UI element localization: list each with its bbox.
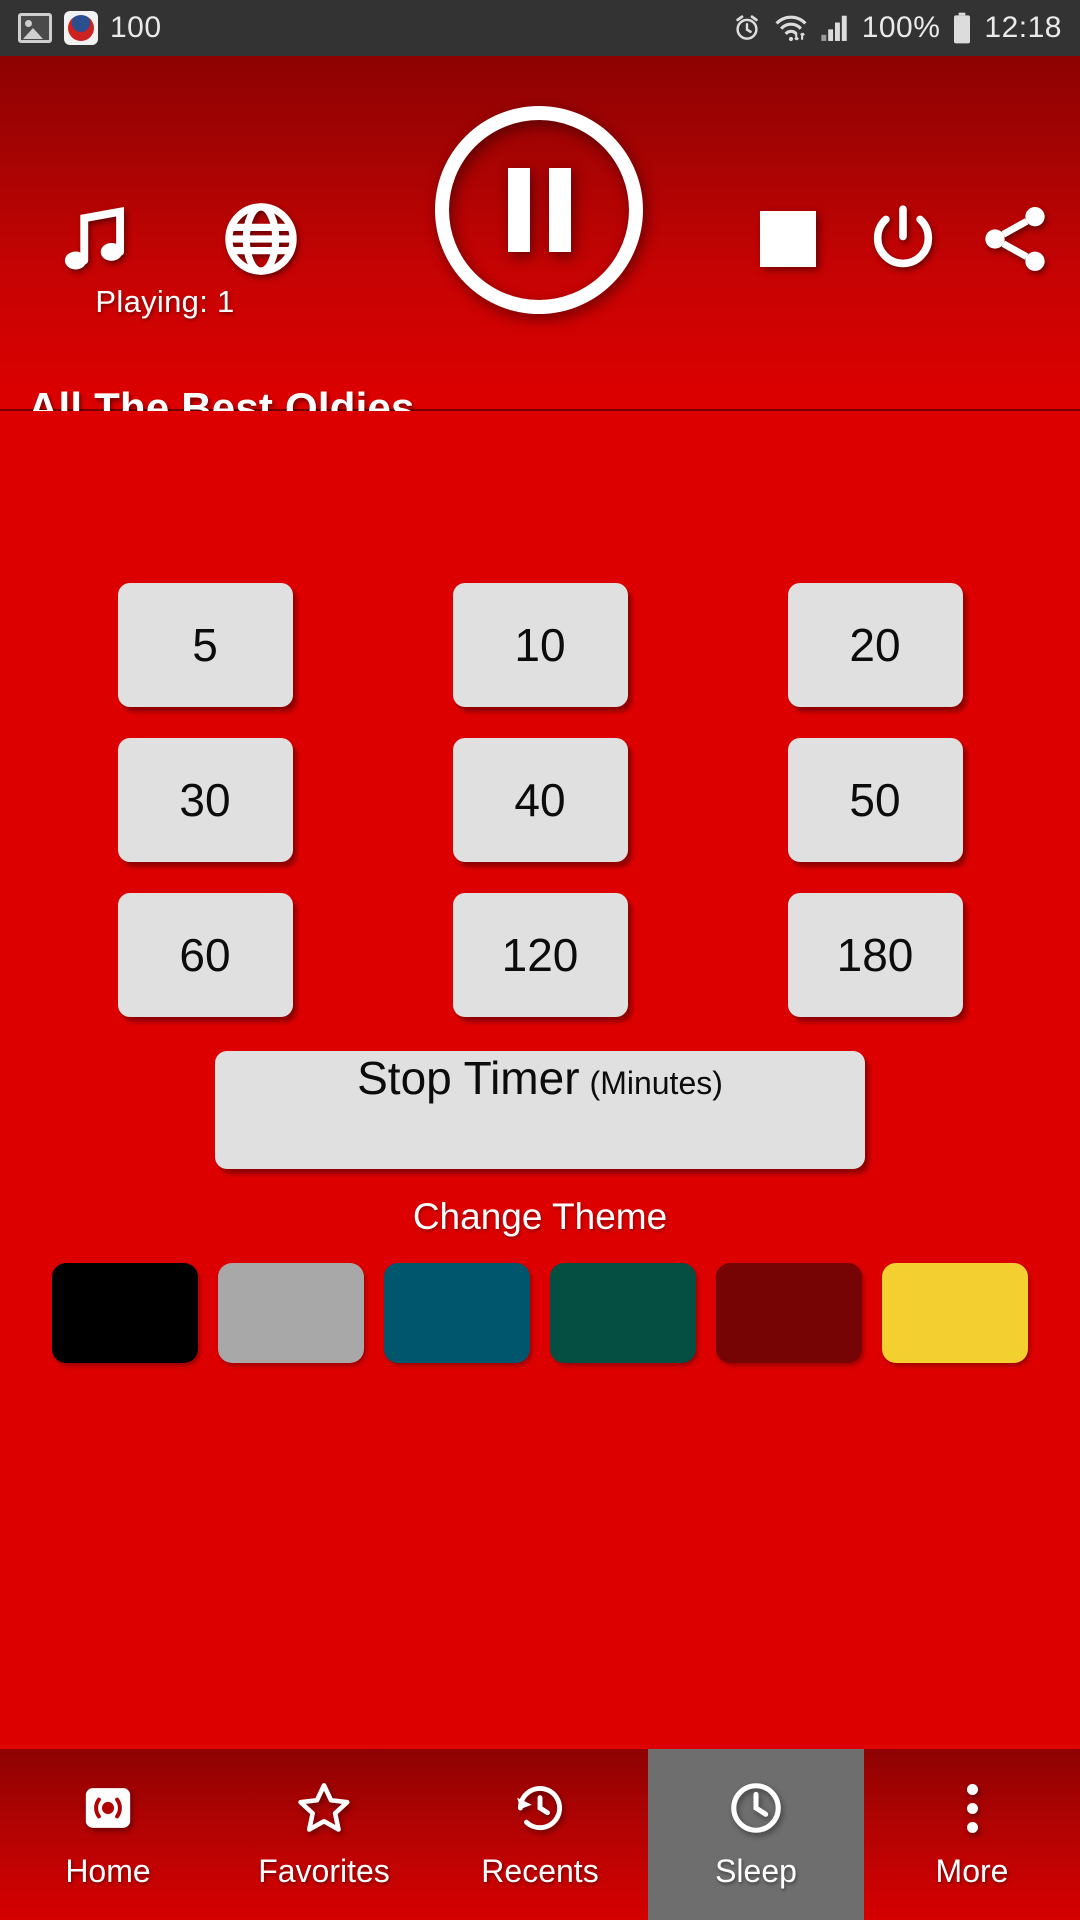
sleep-timer-panel: 5 10 20 30 40 50 60 120 180 Stop Timer (… [0, 411, 1080, 1749]
theme-swatch-teal-blue[interactable] [384, 1263, 530, 1363]
theme-swatch-dark-red[interactable] [716, 1263, 862, 1363]
nav-label-recents: Recents [481, 1853, 599, 1889]
player-header: Playing: 1 All The Best Oldies [0, 56, 1080, 431]
timer-button-60[interactable]: 60 [117, 893, 293, 1017]
theme-swatch-black[interactable] [52, 1263, 198, 1363]
battery-percent-label: 100% [861, 11, 941, 44]
change-theme-label: Change Theme [412, 1196, 668, 1237]
broadcast-icon [80, 1779, 136, 1837]
timer-button-grid: 5 10 20 30 40 50 60 120 180 [0, 583, 1080, 1048]
timer-button-120[interactable]: 120 [452, 893, 628, 1017]
timer-button-40[interactable]: 40 [452, 738, 628, 862]
music-note-icon[interactable] [52, 196, 138, 282]
signal-icon [821, 15, 847, 41]
timer-button-20[interactable]: 20 [787, 583, 963, 707]
overflow-dots-icon [966, 1779, 978, 1837]
timer-button-5[interactable]: 5 [117, 583, 293, 707]
pause-icon-bar2 [548, 168, 571, 252]
nav-item-home[interactable]: Home [0, 1749, 216, 1920]
timer-button-180[interactable]: 180 [787, 893, 963, 1017]
timer-row: 5 10 20 [0, 583, 1080, 707]
playing-status-label: Playing: 1 [95, 284, 235, 319]
theme-swatch-row [0, 1263, 1080, 1363]
nonstop-music-app-icon [64, 11, 98, 45]
timer-row: 30 40 50 [0, 738, 1080, 862]
globe-icon[interactable] [218, 196, 304, 282]
theme-swatch-gray[interactable] [218, 1263, 364, 1363]
nav-label-sleep: Sleep [715, 1853, 797, 1889]
notification-count: 100 [110, 11, 162, 44]
nav-item-recents[interactable]: Recents [432, 1749, 648, 1920]
battery-icon [954, 12, 971, 44]
gallery-icon [18, 13, 52, 43]
history-icon [512, 1779, 568, 1837]
nav-item-more[interactable]: More [864, 1749, 1080, 1920]
share-icon[interactable] [975, 199, 1055, 279]
power-icon[interactable] [865, 201, 941, 277]
alarm-icon [735, 15, 758, 40]
theme-swatch-yellow[interactable] [882, 1263, 1028, 1363]
theme-swatch-dark-green[interactable] [550, 1263, 696, 1363]
clock-icon [727, 1779, 785, 1837]
status-bar-left: 100 [18, 11, 162, 45]
stop-icon[interactable] [760, 211, 816, 267]
star-icon [295, 1779, 353, 1837]
status-bar-clock: 12:18 [984, 11, 1062, 44]
play-pause-button[interactable] [435, 106, 643, 314]
nav-label-favorites: Favorites [258, 1853, 390, 1889]
timer-button-30[interactable]: 30 [117, 738, 293, 862]
stop-timer-button[interactable]: Stop Timer (Minutes) [215, 1051, 865, 1169]
nav-label-home: Home [65, 1853, 151, 1889]
stop-timer-unit-label: (Minutes) [589, 1065, 723, 1101]
nav-item-sleep[interactable]: Sleep [648, 1749, 864, 1920]
nav-label-more: More [935, 1853, 1009, 1889]
app-root: 100 100% 12:18 Playing: 1 All The Best O… [0, 0, 1080, 1920]
status-bar: 100 100% 12:18 [0, 0, 1080, 56]
timer-row: 60 120 180 [0, 893, 1080, 1017]
wifi-icon [775, 15, 807, 42]
stop-timer-label: Stop Timer [357, 1052, 580, 1104]
stop-timer-wrapper: Stop Timer (Minutes) [0, 1051, 1080, 1169]
status-bar-right: 100% 12:18 [732, 11, 1062, 45]
timer-button-10[interactable]: 10 [452, 583, 628, 707]
bottom-navigation-bar: Home Favorites Recents Sleep More [0, 1749, 1080, 1920]
nav-item-favorites[interactable]: Favorites [216, 1749, 432, 1920]
timer-button-50[interactable]: 50 [787, 738, 963, 862]
pause-icon [507, 168, 530, 252]
